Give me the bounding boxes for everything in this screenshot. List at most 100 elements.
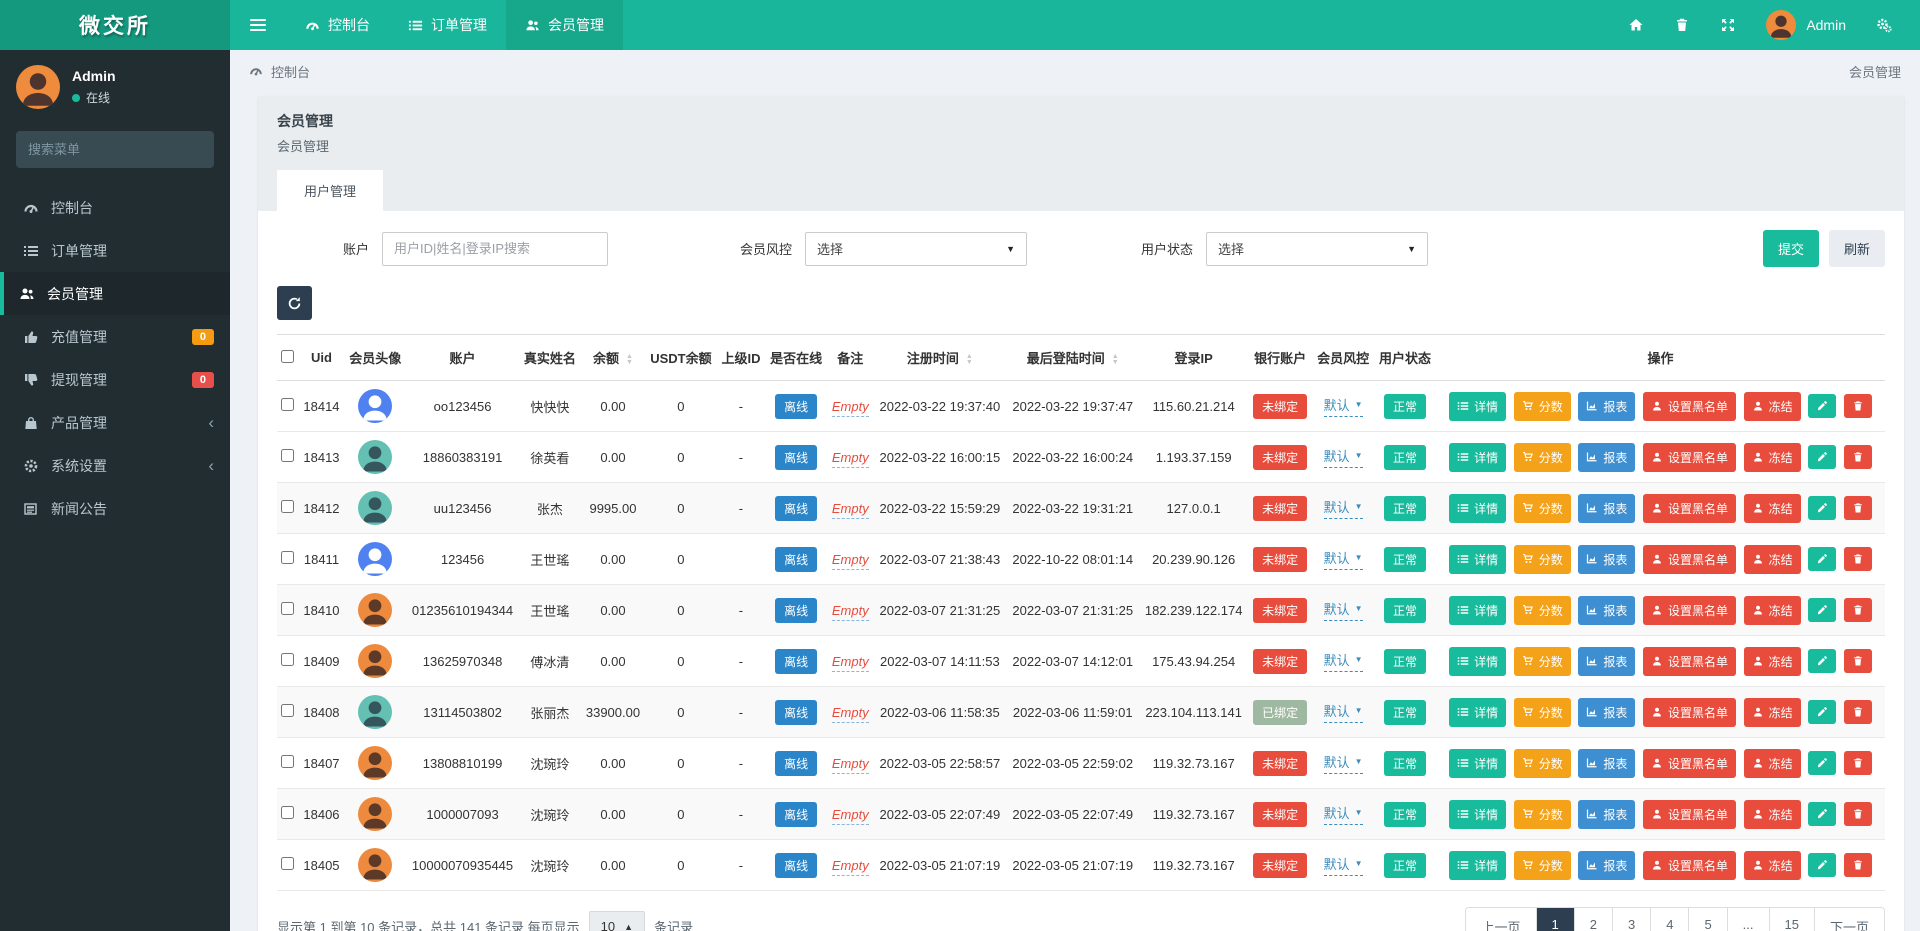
detail-button[interactable]: 详情 bbox=[1449, 647, 1506, 676]
nav-tab-members[interactable]: 会员管理 bbox=[506, 0, 623, 50]
nav-tab-dashboard[interactable]: 控制台 bbox=[286, 0, 389, 50]
delete-button[interactable] bbox=[1844, 649, 1872, 673]
edit-button[interactable] bbox=[1808, 649, 1836, 673]
settings-gears-icon[interactable] bbox=[1876, 17, 1892, 33]
prev-page-button[interactable]: 上一页 bbox=[1466, 908, 1536, 931]
remark-link[interactable]: Empty bbox=[832, 756, 869, 774]
blacklist-button[interactable]: 设置黑名单 bbox=[1643, 698, 1736, 727]
row-checkbox[interactable] bbox=[281, 704, 294, 717]
tab-user-management[interactable]: 用户管理 bbox=[277, 170, 383, 211]
select-all-checkbox[interactable] bbox=[281, 350, 294, 363]
score-button[interactable]: 分数 bbox=[1514, 392, 1571, 421]
delete-button[interactable] bbox=[1844, 751, 1872, 775]
detail-button[interactable]: 详情 bbox=[1449, 698, 1506, 727]
sidebar-toggle-button[interactable] bbox=[230, 0, 286, 50]
sidebar-search-input[interactable] bbox=[28, 142, 204, 157]
freeze-button[interactable]: 冻结 bbox=[1744, 494, 1801, 523]
edit-button[interactable] bbox=[1808, 751, 1836, 775]
sidebar-item-recharge[interactable]: 充值管理 0 bbox=[0, 315, 230, 358]
edit-button[interactable] bbox=[1808, 700, 1836, 724]
report-button[interactable]: 报表 bbox=[1578, 392, 1635, 421]
risk-control-link[interactable]: 默认 ▼ bbox=[1324, 854, 1363, 876]
report-button[interactable]: 报表 bbox=[1578, 443, 1635, 472]
report-button[interactable]: 报表 bbox=[1578, 698, 1635, 727]
blacklist-button[interactable]: 设置黑名单 bbox=[1643, 851, 1736, 880]
freeze-button[interactable]: 冻结 bbox=[1744, 443, 1801, 472]
row-checkbox[interactable] bbox=[281, 449, 294, 462]
sort-icon[interactable]: ▲▼ bbox=[1112, 354, 1119, 366]
risk-select[interactable]: 选择 ▼ bbox=[805, 232, 1027, 266]
delete-button[interactable] bbox=[1844, 802, 1872, 826]
report-button[interactable]: 报表 bbox=[1578, 494, 1635, 523]
page-button[interactable]: 2 bbox=[1575, 908, 1613, 931]
report-button[interactable]: 报表 bbox=[1578, 545, 1635, 574]
row-checkbox[interactable] bbox=[281, 653, 294, 666]
table-refresh-button[interactable] bbox=[277, 286, 312, 320]
delete-button[interactable] bbox=[1844, 445, 1872, 469]
next-page-button[interactable]: 下一页 bbox=[1815, 908, 1884, 931]
page-size-select[interactable]: 10 ▲ bbox=[589, 911, 645, 931]
detail-button[interactable]: 详情 bbox=[1449, 596, 1506, 625]
blacklist-button[interactable]: 设置黑名单 bbox=[1643, 749, 1736, 778]
report-button[interactable]: 报表 bbox=[1578, 647, 1635, 676]
sidebar-item-dashboard[interactable]: 控制台 bbox=[0, 186, 230, 229]
edit-button[interactable] bbox=[1808, 802, 1836, 826]
risk-control-link[interactable]: 默认 ▼ bbox=[1324, 803, 1363, 825]
detail-button[interactable]: 详情 bbox=[1449, 851, 1506, 880]
score-button[interactable]: 分数 bbox=[1514, 494, 1571, 523]
remark-link[interactable]: Empty bbox=[832, 399, 869, 417]
navbar-user-menu[interactable]: Admin bbox=[1766, 10, 1846, 40]
sidebar-item-settings[interactable]: 系统设置 ‹ bbox=[0, 444, 230, 487]
remark-link[interactable]: Empty bbox=[832, 450, 869, 468]
expand-icon[interactable] bbox=[1720, 17, 1736, 33]
delete-button[interactable] bbox=[1844, 700, 1872, 724]
risk-control-link[interactable]: 默认 ▼ bbox=[1324, 548, 1363, 570]
page-button[interactable]: 3 bbox=[1613, 908, 1651, 931]
report-button[interactable]: 报表 bbox=[1578, 851, 1635, 880]
row-checkbox[interactable] bbox=[281, 551, 294, 564]
edit-button[interactable] bbox=[1808, 547, 1836, 571]
detail-button[interactable]: 详情 bbox=[1449, 545, 1506, 574]
remark-link[interactable]: Empty bbox=[832, 705, 869, 723]
edit-button[interactable] bbox=[1808, 496, 1836, 520]
detail-button[interactable]: 详情 bbox=[1449, 749, 1506, 778]
risk-control-link[interactable]: 默认 ▼ bbox=[1324, 446, 1363, 468]
edit-button[interactable] bbox=[1808, 598, 1836, 622]
delete-button[interactable] bbox=[1844, 853, 1872, 877]
risk-control-link[interactable]: 默认 ▼ bbox=[1324, 599, 1363, 621]
delete-button[interactable] bbox=[1844, 394, 1872, 418]
score-button[interactable]: 分数 bbox=[1514, 596, 1571, 625]
edit-button[interactable] bbox=[1808, 394, 1836, 418]
detail-button[interactable]: 详情 bbox=[1449, 392, 1506, 421]
report-button[interactable]: 报表 bbox=[1578, 800, 1635, 829]
freeze-button[interactable]: 冻结 bbox=[1744, 800, 1801, 829]
report-button[interactable]: 报表 bbox=[1578, 749, 1635, 778]
report-button[interactable]: 报表 bbox=[1578, 596, 1635, 625]
row-checkbox[interactable] bbox=[281, 755, 294, 768]
blacklist-button[interactable]: 设置黑名单 bbox=[1643, 647, 1736, 676]
delete-button[interactable] bbox=[1844, 496, 1872, 520]
delete-button[interactable] bbox=[1844, 547, 1872, 571]
score-button[interactable]: 分数 bbox=[1514, 749, 1571, 778]
row-checkbox[interactable] bbox=[281, 806, 294, 819]
page-button[interactable]: ... bbox=[1728, 908, 1770, 931]
detail-button[interactable]: 详情 bbox=[1449, 443, 1506, 472]
refresh-button[interactable]: 刷新 bbox=[1829, 230, 1885, 267]
score-button[interactable]: 分数 bbox=[1514, 698, 1571, 727]
risk-control-link[interactable]: 默认 ▼ bbox=[1324, 497, 1363, 519]
sidebar-item-products[interactable]: 产品管理 ‹ bbox=[0, 401, 230, 444]
remark-link[interactable]: Empty bbox=[832, 807, 869, 825]
remark-link[interactable]: Empty bbox=[832, 603, 869, 621]
row-checkbox[interactable] bbox=[281, 398, 294, 411]
row-checkbox[interactable] bbox=[281, 500, 294, 513]
edit-button[interactable] bbox=[1808, 445, 1836, 469]
blacklist-button[interactable]: 设置黑名单 bbox=[1643, 392, 1736, 421]
remark-link[interactable]: Empty bbox=[832, 501, 869, 519]
blacklist-button[interactable]: 设置黑名单 bbox=[1643, 800, 1736, 829]
remark-link[interactable]: Empty bbox=[832, 552, 869, 570]
remark-link[interactable]: Empty bbox=[832, 654, 869, 672]
detail-button[interactable]: 详情 bbox=[1449, 494, 1506, 523]
score-button[interactable]: 分数 bbox=[1514, 647, 1571, 676]
column-header[interactable]: 余额▲▼ bbox=[581, 335, 645, 381]
status-select[interactable]: 选择 ▼ bbox=[1206, 232, 1428, 266]
